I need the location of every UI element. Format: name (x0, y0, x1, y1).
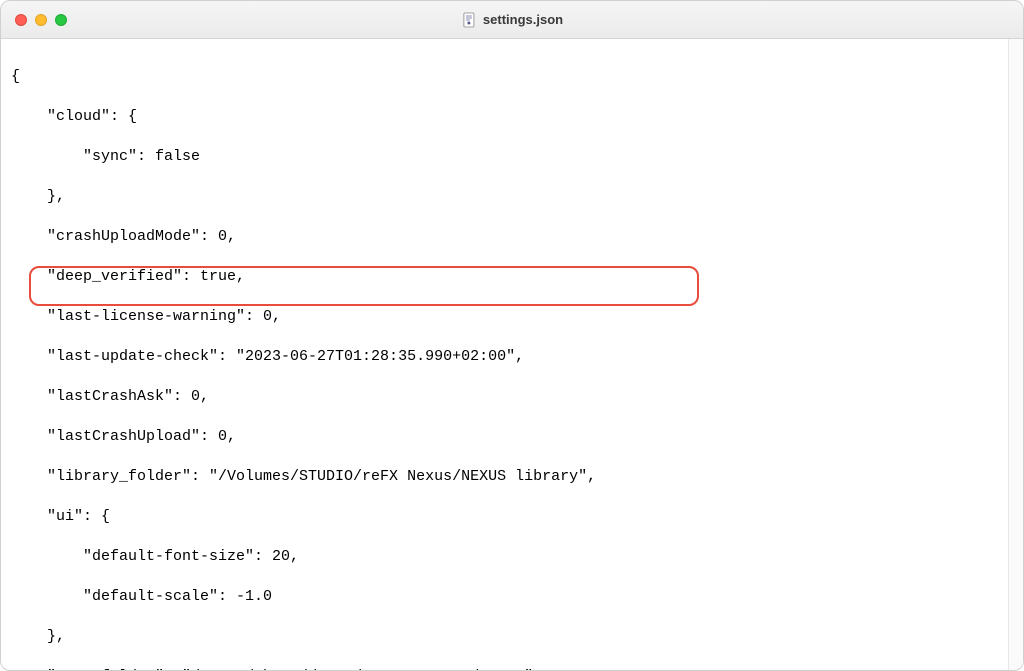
traffic-lights (15, 14, 67, 26)
zoom-button[interactable] (55, 14, 67, 26)
code-line: "last-license-warning": 0, (11, 307, 998, 327)
vertical-scrollbar[interactable] (1008, 39, 1023, 670)
window-frame: settings.json { "cloud": { "sync": false… (0, 0, 1024, 671)
title-bar[interactable]: settings.json (1, 1, 1023, 39)
code-line: "sync": false (11, 147, 998, 167)
code-line: "lastCrashAsk": 0, (11, 387, 998, 407)
window-title: settings.json (483, 12, 563, 27)
code-line: "cloud": { (11, 107, 998, 127)
code-line: "default-scale": -1.0 (11, 587, 998, 607)
code-line: "lastCrashUpload": 0, (11, 427, 998, 447)
title-center: settings.json (461, 12, 563, 28)
code-line: }, (11, 187, 998, 207)
code-line: "deep_verified": true, (11, 267, 998, 287)
code-line: "crashUploadMode": 0, (11, 227, 998, 247)
code-line: "ui": { (11, 507, 998, 527)
close-button[interactable] (15, 14, 27, 26)
document-icon (461, 12, 477, 28)
code-line: { (11, 67, 998, 87)
code-line: "default-font-size": 20, (11, 547, 998, 567)
minimize-button[interactable] (35, 14, 47, 26)
code-line: "library_folder": "/Volumes/STUDIO/reFX … (11, 467, 998, 487)
content-area: { "cloud": { "sync": false }, "crashUplo… (1, 39, 1023, 670)
code-line: "user_folder": "/Users/Shared/reFX/User … (11, 667, 998, 670)
text-editor[interactable]: { "cloud": { "sync": false }, "crashUplo… (1, 39, 1008, 670)
code-line: "last-update-check": "2023-06-27T01:28:3… (11, 347, 998, 367)
code-line: }, (11, 627, 998, 647)
